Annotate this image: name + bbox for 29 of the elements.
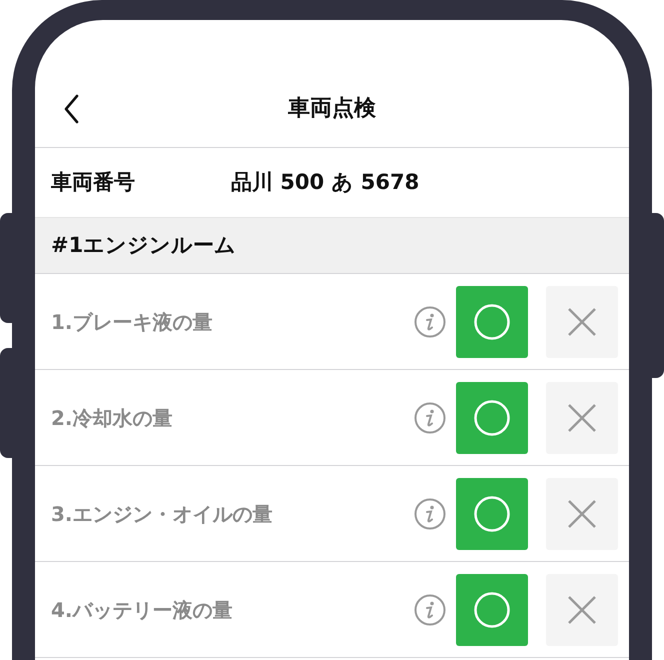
- circle-icon: [473, 590, 511, 628]
- info-icon[interactable]: [414, 594, 446, 626]
- circle-icon: [473, 302, 511, 340]
- screen-title: 車両点検: [287, 95, 377, 123]
- ok-button[interactable]: [456, 382, 528, 454]
- ok-button[interactable]: [456, 286, 528, 358]
- ng-button[interactable]: [546, 478, 618, 550]
- ok-button[interactable]: [456, 478, 528, 550]
- item-label: 1.ブレーキ液の量: [51, 308, 214, 336]
- info-icon[interactable]: [414, 402, 446, 434]
- ng-button[interactable]: [546, 382, 618, 454]
- item-label: 2.冷却水の量: [51, 404, 174, 432]
- info-icon[interactable]: [414, 306, 446, 338]
- section-header: #1エンジンルーム: [35, 218, 629, 274]
- cross-icon: [567, 498, 597, 528]
- info-icon[interactable]: [414, 498, 446, 530]
- vehicle-number: 品川 500 あ 5678: [231, 168, 420, 196]
- ng-button[interactable]: [546, 574, 618, 646]
- ok-button[interactable]: [456, 574, 528, 646]
- cross-icon: [567, 594, 597, 624]
- back-icon: [63, 94, 79, 124]
- vehicle-label: 車両番号: [51, 168, 136, 196]
- item-label: 3.エンジン・オイルの量: [51, 500, 274, 528]
- ng-button[interactable]: [546, 286, 618, 358]
- cross-icon: [567, 306, 597, 336]
- item-label: 4.バッテリー液の量: [51, 596, 234, 624]
- circle-icon: [473, 494, 511, 532]
- cross-icon: [567, 402, 597, 432]
- circle-icon: [473, 398, 511, 436]
